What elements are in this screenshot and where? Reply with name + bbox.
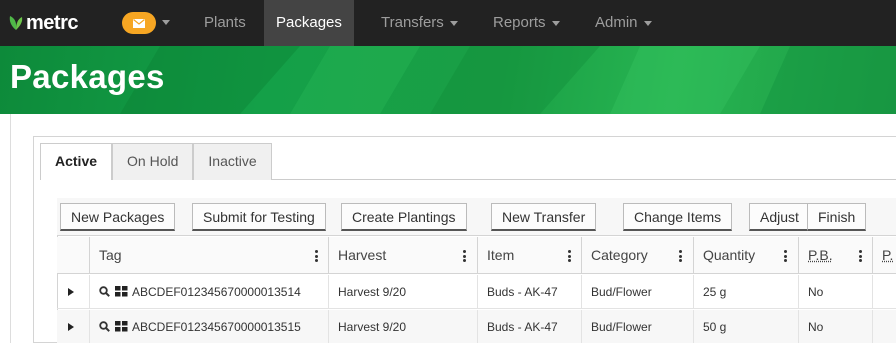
column-menu-icon[interactable] — [315, 250, 318, 262]
package-tag: ABCDEF012345670000013514 — [132, 275, 301, 309]
tab-active[interactable]: Active — [40, 143, 112, 180]
column-menu-icon[interactable] — [679, 250, 682, 262]
column-header-harvest[interactable]: Harvest — [328, 237, 477, 274]
pb-cell: No — [798, 310, 872, 343]
column-header-partial[interactable]: P. — [872, 237, 896, 274]
item-cell: Buds - AK-47 — [477, 310, 581, 343]
top-navbar: metrc Plants Packages Transfers Reports … — [0, 0, 896, 46]
finish-button[interactable]: Finish — [807, 203, 866, 231]
chevron-down-icon — [450, 21, 458, 26]
expand-row-icon[interactable] — [68, 323, 74, 331]
nav-packages[interactable]: Packages — [264, 0, 354, 46]
column-menu-icon[interactable] — [463, 250, 466, 262]
submit-for-testing-button[interactable]: Submit for Testing — [192, 203, 326, 231]
change-items-button[interactable]: Change Items — [623, 203, 732, 231]
partial-cell — [872, 310, 896, 343]
create-plantings-button[interactable]: Create Plantings — [341, 203, 467, 231]
package-tag: ABCDEF012345670000013515 — [132, 310, 301, 343]
pb-cell: No — [798, 275, 872, 309]
table-row[interactable]: ABCDEF012345670000013514 Harvest 9/20 Bu… — [57, 275, 896, 309]
new-packages-button[interactable]: New Packages — [60, 203, 175, 231]
column-header-quantity[interactable]: Quantity — [693, 237, 798, 274]
envelope-icon — [133, 19, 145, 28]
tag-cell: ABCDEF012345670000013514 — [89, 275, 328, 309]
chevron-down-icon — [644, 21, 652, 26]
leaf-icon — [8, 15, 24, 31]
quantity-cell: 50 g — [693, 310, 798, 343]
column-menu-icon[interactable] — [859, 250, 862, 262]
quantity-cell: 25 g — [693, 275, 798, 309]
new-transfer-button[interactable]: New Transfer — [491, 203, 596, 231]
column-header-pb[interactable]: P.B. — [798, 237, 872, 274]
column-header-item[interactable]: Item — [477, 237, 581, 274]
brand-name: metrc — [26, 12, 78, 35]
messages-button[interactable] — [122, 12, 156, 34]
column-menu-icon[interactable] — [568, 250, 571, 262]
status-tabs: Active On Hold Inactive — [40, 143, 272, 180]
nav-admin[interactable]: Admin — [583, 0, 664, 46]
harvest-cell: Harvest 9/20 — [328, 275, 477, 309]
nav-plants[interactable]: Plants — [192, 0, 258, 46]
chevron-down-icon — [552, 21, 560, 26]
search-icon[interactable] — [99, 321, 110, 332]
search-icon[interactable] — [99, 286, 110, 297]
column-header-category[interactable]: Category — [581, 237, 693, 274]
chevron-down-icon[interactable] — [162, 20, 170, 25]
category-cell: Bud/Flower — [581, 310, 693, 343]
brand-logo[interactable]: metrc — [8, 10, 78, 36]
tab-on-hold[interactable]: On Hold — [112, 143, 193, 180]
category-cell: Bud/Flower — [581, 275, 693, 309]
page-banner: Packages — [0, 46, 896, 114]
column-menu-icon[interactable] — [784, 250, 787, 262]
barcode-icon[interactable] — [115, 286, 128, 297]
nav-transfers[interactable]: Transfers — [369, 0, 470, 46]
barcode-icon[interactable] — [115, 321, 128, 332]
nav-reports[interactable]: Reports — [481, 0, 572, 46]
adjust-button[interactable]: Adjust — [749, 203, 810, 231]
harvest-cell: Harvest 9/20 — [328, 310, 477, 343]
column-header-tag[interactable]: Tag — [89, 237, 328, 274]
tab-inactive[interactable]: Inactive — [193, 143, 271, 180]
table-row[interactable]: ABCDEF012345670000013515 Harvest 9/20 Bu… — [57, 310, 896, 343]
partial-cell — [872, 275, 896, 309]
item-cell: Buds - AK-47 — [477, 275, 581, 309]
tag-cell: ABCDEF012345670000013515 — [89, 310, 328, 343]
page-title: Packages — [10, 58, 165, 96]
expand-row-icon[interactable] — [68, 288, 74, 296]
